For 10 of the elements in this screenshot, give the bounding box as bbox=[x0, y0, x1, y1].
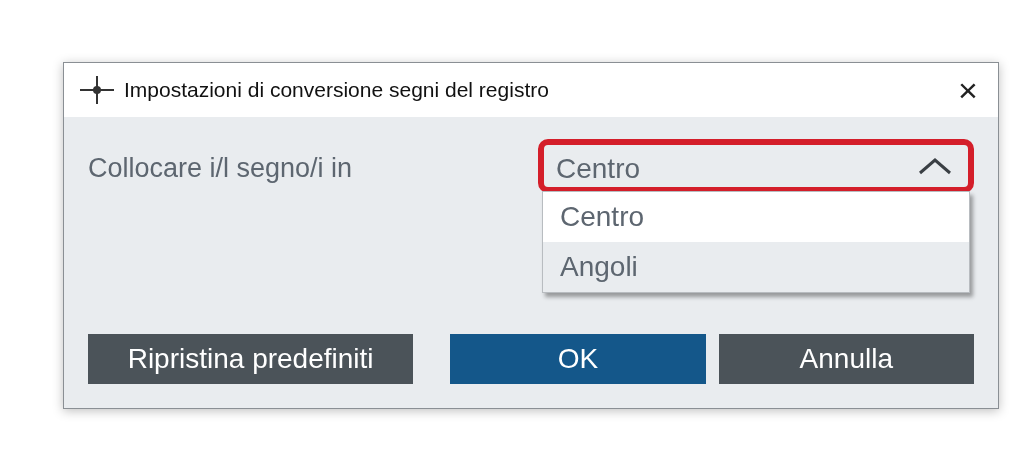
close-button[interactable]: × bbox=[938, 63, 998, 117]
dropdown-option[interactable]: Angoli bbox=[543, 242, 969, 292]
crosshair-icon bbox=[80, 76, 114, 104]
window-title: Impostazioni di conversione segni del registro bbox=[124, 78, 550, 102]
ok-button[interactable]: OK bbox=[450, 334, 706, 384]
field-label: Collocare i/l segno/i in bbox=[88, 152, 353, 184]
dialog-button[interactable]: Ripristina predefiniti bbox=[88, 334, 414, 384]
caret-icon bbox=[918, 157, 952, 175]
dialog-button[interactable]: Annulla bbox=[718, 334, 974, 384]
dropdown-option[interactable]: Centro bbox=[543, 192, 969, 242]
